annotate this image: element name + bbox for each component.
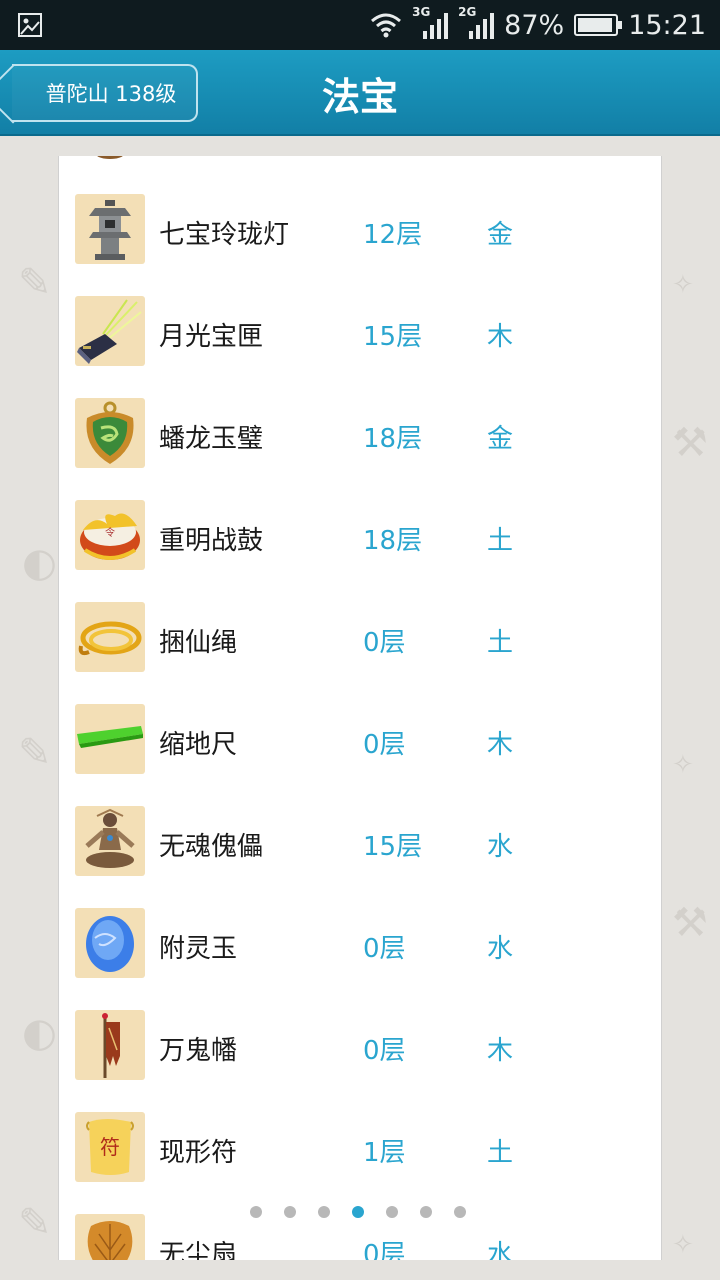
treasure-name: 万鬼幡 bbox=[159, 1036, 238, 1066]
treasure-element: 金 bbox=[487, 424, 514, 454]
treasure-row[interactable]: 月光宝匣 15层 木 bbox=[59, 282, 661, 384]
treasure-element: 土 bbox=[487, 526, 514, 556]
page-indicator bbox=[250, 1206, 466, 1218]
background-decoration: ✎ bbox=[18, 1200, 52, 1246]
status-bar: 3G 2G 87% 15:21 bbox=[0, 0, 720, 50]
puppet-icon bbox=[75, 806, 145, 876]
treasure-name: 七宝玲珑灯 bbox=[159, 220, 290, 250]
treasure-name: 重明战鼓 bbox=[159, 526, 264, 556]
treasure-row[interactable]: 无魂傀儡 15层 水 bbox=[59, 792, 661, 894]
treasure-row[interactable]: 符 现形符 1层 土 bbox=[59, 1098, 661, 1200]
fan-icon bbox=[75, 1214, 145, 1260]
treasure-element: 土 bbox=[487, 1138, 514, 1168]
svg-text:令: 令 bbox=[105, 526, 115, 539]
background-decoration: ⚒ bbox=[672, 900, 708, 946]
page-dot[interactable] bbox=[454, 1206, 466, 1218]
battery-icon bbox=[574, 14, 623, 36]
war-drum-icon: 令 bbox=[75, 500, 145, 570]
treasure-row[interactable]: 万鬼幡 0层 木 bbox=[59, 996, 661, 1098]
treasure-layer: 15层 bbox=[363, 322, 423, 352]
treasure-name: 缩地尺 bbox=[159, 730, 238, 760]
treasure-name: 无尘扇 bbox=[159, 1240, 238, 1260]
treasure-name: 月光宝匣 bbox=[159, 322, 264, 352]
wifi-icon bbox=[371, 13, 402, 38]
treasure-row[interactable]: 缩地尺 0层 木 bbox=[59, 690, 661, 792]
gallery-icon bbox=[18, 13, 42, 37]
treasure-layer: 1层 bbox=[363, 1138, 406, 1168]
treasure-element: 土 bbox=[487, 628, 514, 658]
treasure-element: 木 bbox=[487, 730, 514, 760]
background-decoration: ⚒ bbox=[672, 420, 708, 466]
background-decoration: ◐ bbox=[22, 1010, 57, 1056]
treasure-row[interactable]: 附灵玉 0层 水 bbox=[59, 894, 661, 996]
treasure-layer: 12层 bbox=[363, 220, 423, 250]
treasure-layer: 15层 bbox=[363, 832, 423, 862]
back-button-label: 普陀山 138级 bbox=[45, 82, 177, 106]
treasure-layer: 0层 bbox=[363, 1240, 406, 1260]
svg-text:符: 符 bbox=[100, 1135, 120, 1159]
app-header: 普陀山 138级 法宝 bbox=[0, 50, 720, 136]
rope-icon bbox=[75, 602, 145, 672]
treasure-row[interactable]: 令 重明战鼓 18层 土 bbox=[59, 486, 661, 588]
background-decoration: ◐ bbox=[22, 540, 57, 586]
treasure-row[interactable]: 捆仙绳 0层 土 bbox=[59, 588, 661, 690]
ruler-icon bbox=[75, 704, 145, 774]
treasure-layer: 0层 bbox=[363, 730, 406, 760]
treasure-layer: 18层 bbox=[363, 424, 423, 454]
background-decoration: ✧ bbox=[672, 750, 694, 780]
background-decoration: ✎ bbox=[18, 730, 52, 776]
background-decoration: ✧ bbox=[672, 270, 694, 300]
signal-2g-icon: 2G bbox=[458, 5, 495, 39]
treasure-name: 现形符 bbox=[159, 1138, 238, 1168]
treasure-name: 无魂傀儡 bbox=[159, 832, 264, 862]
page-dot[interactable] bbox=[352, 1206, 364, 1218]
jade-disc-icon bbox=[75, 398, 145, 468]
treasure-list-panel[interactable]: 七宝玲珑灯 12层金月光宝匣 15层木蟠龙玉璧 18层金令重明战鼓 18层土捆仙绳 0层土… bbox=[58, 156, 662, 1260]
page-dot[interactable] bbox=[318, 1206, 330, 1218]
treasure-row[interactable]: 七宝玲珑灯 12层 金 bbox=[59, 180, 661, 282]
battery-percent: 87% bbox=[504, 9, 565, 41]
treasure-element: 水 bbox=[487, 1240, 514, 1260]
treasure-element: 水 bbox=[487, 934, 514, 964]
treasure-layer: 0层 bbox=[363, 628, 406, 658]
page-dot[interactable] bbox=[420, 1206, 432, 1218]
treasure-element: 水 bbox=[487, 832, 514, 862]
back-button[interactable]: 普陀山 138级 bbox=[12, 64, 198, 122]
treasure-layer: 18层 bbox=[363, 526, 423, 556]
treasure-name: 捆仙绳 bbox=[159, 628, 238, 658]
partial-item-thumbnail bbox=[75, 156, 145, 162]
treasure-element: 木 bbox=[487, 322, 514, 352]
background-decoration: ✧ bbox=[672, 1230, 694, 1260]
clock: 15:21 bbox=[628, 9, 706, 41]
treasure-layer: 0层 bbox=[363, 1036, 406, 1066]
page-dot[interactable] bbox=[386, 1206, 398, 1218]
treasure-name: 附灵玉 bbox=[159, 934, 238, 964]
treasure-element: 木 bbox=[487, 1036, 514, 1066]
jade-icon bbox=[75, 908, 145, 978]
signal-3g-icon: 3G bbox=[412, 5, 449, 39]
treasure-element: 金 bbox=[487, 220, 514, 250]
lantern-icon bbox=[75, 194, 145, 264]
treasure-box-icon bbox=[75, 296, 145, 366]
treasure-row[interactable]: 蟠龙玉璧 18层 金 bbox=[59, 384, 661, 486]
talisman-icon: 符 bbox=[75, 1112, 145, 1182]
page-dot[interactable] bbox=[284, 1206, 296, 1218]
treasure-name: 蟠龙玉璧 bbox=[159, 424, 264, 454]
banner-icon bbox=[75, 1010, 145, 1080]
treasure-layer: 0层 bbox=[363, 934, 406, 964]
page-dot[interactable] bbox=[250, 1206, 262, 1218]
background-decoration: ✎ bbox=[18, 260, 52, 306]
